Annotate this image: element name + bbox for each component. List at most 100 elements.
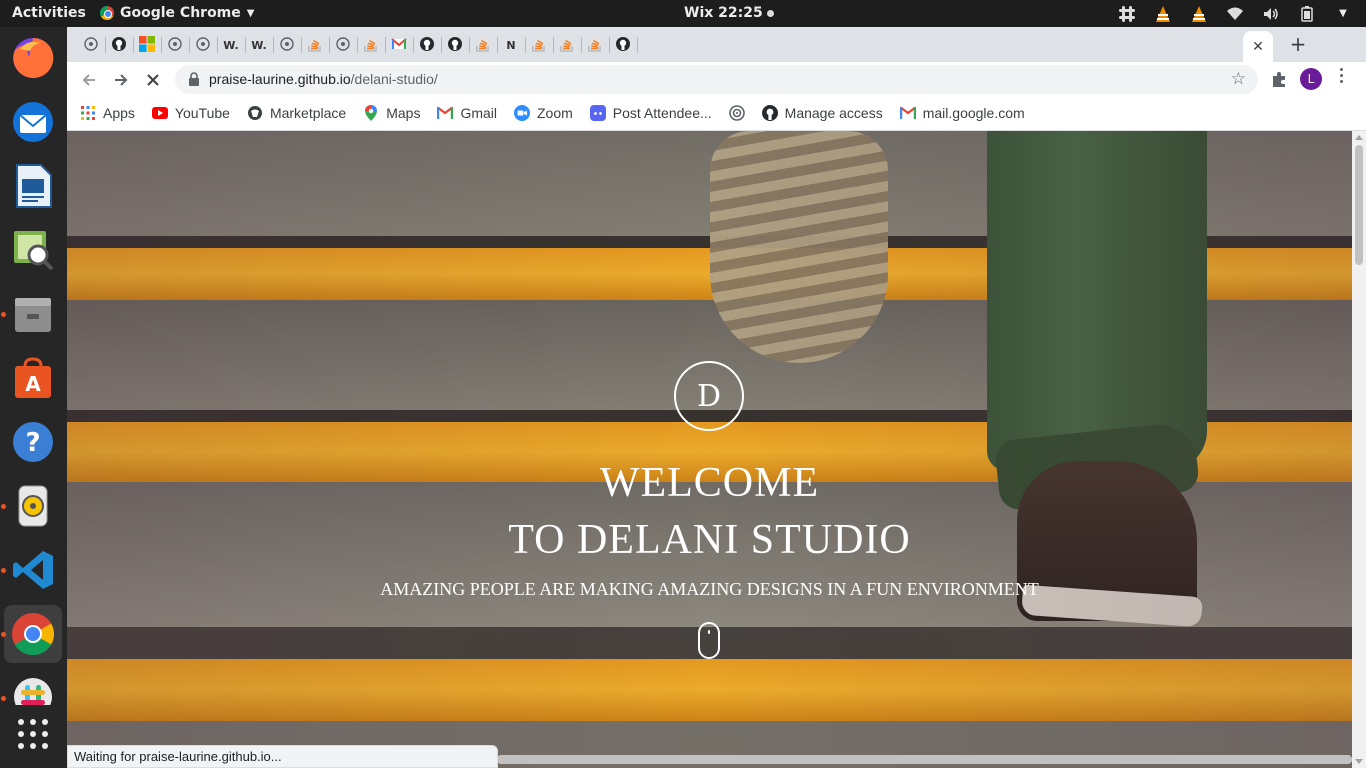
- scroll-mouse-icon[interactable]: [698, 622, 720, 659]
- bookmark-item[interactable]: [728, 105, 745, 121]
- bookmark-star-icon[interactable]: ☆: [1231, 69, 1246, 89]
- active-tab[interactable]: ✕: [1243, 31, 1273, 62]
- help-icon[interactable]: ?: [4, 413, 62, 471]
- slack-icon[interactable]: [4, 669, 62, 705]
- clock[interactable]: Wix 22:25: [684, 5, 774, 21]
- back-button[interactable]: [76, 67, 102, 93]
- bookmark-item[interactable]: Gmail: [437, 105, 497, 121]
- new-tab-button[interactable]: +: [1286, 32, 1310, 56]
- browser-tab[interactable]: [357, 33, 385, 57]
- browser-tab[interactable]: W.: [217, 33, 245, 57]
- app-name: Google Chrome: [120, 5, 241, 21]
- scroll-up-icon[interactable]: [1355, 135, 1363, 140]
- browser-tab[interactable]: [161, 33, 189, 57]
- hero-title-line2: TO DELANI STUDIO: [508, 517, 911, 563]
- page-viewport: D WELCOME TO DELANI STUDIO AMAZING PEOPL…: [67, 131, 1352, 768]
- bookmark-item[interactable]: Maps: [363, 105, 420, 121]
- browser-tab[interactable]: [77, 33, 105, 57]
- stop-loading-button[interactable]: [140, 67, 166, 93]
- stackoverflow-icon: [559, 36, 575, 55]
- vscode-icon[interactable]: [4, 541, 62, 599]
- bookmark-item[interactable]: Zoom: [514, 105, 573, 121]
- wifi-icon[interactable]: [1226, 5, 1244, 23]
- notification-dot: [766, 9, 774, 17]
- chrome-menu-button[interactable]: [1337, 68, 1345, 83]
- bookmark-item[interactable]: Marketplace: [247, 105, 346, 121]
- wix-icon: W.: [251, 38, 267, 52]
- browser-tab[interactable]: W.: [245, 33, 273, 57]
- forward-button[interactable]: [108, 67, 134, 93]
- bookmark-item[interactable]: Manage access: [761, 105, 883, 121]
- bookmark-label: Marketplace: [269, 105, 347, 121]
- battery-icon[interactable]: [1298, 5, 1316, 23]
- system-top-bar: Activities Google Chrome ▼ Wix 22:25 ▼: [0, 0, 1366, 27]
- software-center-icon[interactable]: A: [4, 349, 62, 407]
- hero-content: D WELCOME TO DELANI STUDIO AMAZING PEOPL…: [67, 131, 1352, 768]
- marketplace-icon: [247, 105, 263, 121]
- libreoffice-impress-icon[interactable]: [4, 157, 62, 215]
- github-icon: [111, 36, 127, 55]
- vertical-scrollbar[interactable]: [1352, 131, 1366, 768]
- rhythmbox-icon[interactable]: [4, 477, 62, 535]
- gmail-icon: [391, 36, 407, 55]
- browser-tab[interactable]: [301, 33, 329, 57]
- browser-tab[interactable]: [609, 33, 637, 57]
- image-viewer-icon[interactable]: [4, 221, 62, 279]
- slack-tray-icon[interactable]: [1118, 5, 1136, 23]
- bookmark-item[interactable]: Apps: [80, 105, 135, 121]
- vlc-icon[interactable]: [1154, 5, 1172, 23]
- address-bar[interactable]: praise-laurine.github.io/delani-studio/ …: [175, 65, 1258, 94]
- browser-tab[interactable]: [413, 33, 441, 57]
- notion-icon: N: [506, 38, 516, 52]
- bookmark-item[interactable]: mail.google.com: [899, 105, 1025, 121]
- extensions-puzzle-icon[interactable]: [1270, 70, 1288, 88]
- maps-icon: [363, 105, 379, 121]
- tab-separator: [637, 37, 638, 53]
- bookmark-item[interactable]: YouTube: [151, 105, 230, 121]
- target-icon: [728, 105, 745, 121]
- chrome-icon[interactable]: [4, 605, 62, 663]
- show-apps-icon[interactable]: [4, 708, 62, 760]
- scroll-down-icon[interactable]: [1355, 759, 1363, 764]
- browser-tab[interactable]: [385, 33, 413, 57]
- power-menu-chevron-icon[interactable]: ▼: [1334, 5, 1352, 23]
- firefox-icon[interactable]: [4, 29, 62, 87]
- bookmark-label: mail.google.com: [922, 105, 1025, 121]
- github-icon: [419, 36, 435, 55]
- horizontal-scrollbar-thumb[interactable]: [497, 755, 1352, 764]
- browser-tab[interactable]: [581, 33, 609, 57]
- volume-icon[interactable]: [1262, 5, 1280, 23]
- bookmark-label: Manage access: [784, 105, 883, 121]
- svg-text:A: A: [25, 372, 41, 396]
- close-icon[interactable]: ✕: [1252, 39, 1264, 55]
- stackoverflow-icon: [531, 36, 547, 55]
- status-bubble: Waiting for praise-laurine.github.io...: [67, 745, 498, 768]
- browser-tab[interactable]: [189, 33, 217, 57]
- activities-button[interactable]: Activities: [12, 5, 86, 21]
- browser-tab[interactable]: [105, 33, 133, 57]
- gmail-icon: [899, 105, 916, 121]
- browser-tab[interactable]: [469, 33, 497, 57]
- scrollbar-thumb[interactable]: [1355, 145, 1363, 265]
- studio-logo[interactable]: D: [674, 361, 744, 431]
- files-icon[interactable]: [4, 285, 62, 343]
- github-icon: [447, 36, 463, 55]
- browser-tab[interactable]: N: [497, 33, 525, 57]
- vlc-icon[interactable]: [1190, 5, 1208, 23]
- lock-icon[interactable]: [188, 72, 200, 86]
- profile-avatar[interactable]: L: [1300, 68, 1322, 90]
- browser-tab[interactable]: [525, 33, 553, 57]
- bookmark-item[interactable]: Post Attendee...: [589, 105, 712, 121]
- browser-tab[interactable]: [553, 33, 581, 57]
- app-menu[interactable]: Google Chrome ▼: [100, 5, 254, 21]
- browser-tab[interactable]: [441, 33, 469, 57]
- stackoverflow-icon: [587, 36, 603, 55]
- running-indicator: [1, 568, 6, 573]
- site-icon: [195, 36, 211, 55]
- browser-tab[interactable]: [329, 33, 357, 57]
- bookmark-label: Gmail: [460, 105, 497, 121]
- browser-tab[interactable]: [133, 33, 161, 57]
- youtube-icon: [151, 105, 168, 121]
- thunderbird-icon[interactable]: [4, 93, 62, 151]
- browser-tab[interactable]: [273, 33, 301, 57]
